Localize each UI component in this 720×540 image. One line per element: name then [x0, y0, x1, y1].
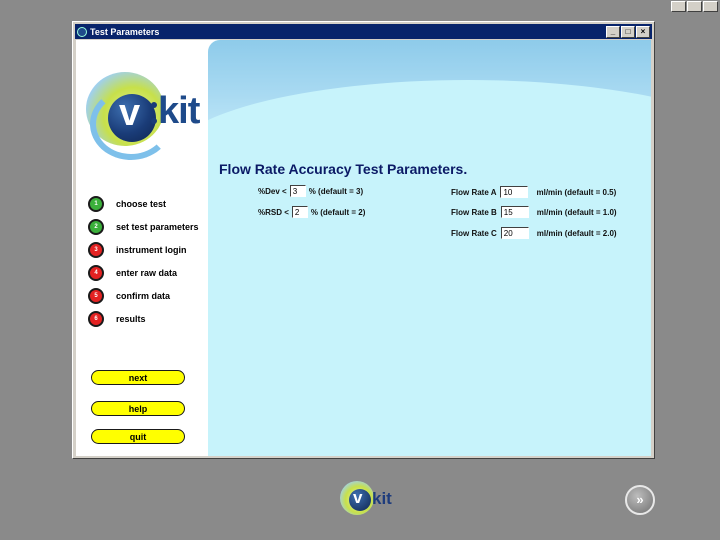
header-band [208, 40, 651, 132]
desktop-minimize-icon[interactable] [671, 1, 686, 12]
flow-rate-c-note: ml/min (default = 2.0) [536, 228, 617, 238]
flow-rate-a-input[interactable] [500, 186, 529, 198]
step-label: choose test [116, 198, 167, 209]
title-bar[interactable]: Test Parameters _ □ × [75, 24, 652, 39]
desktop-close-icon[interactable] [703, 1, 718, 12]
step-list: 1 choose test 2 set test parameters 3 instrum… [88, 192, 199, 330]
logo-v: v [119, 92, 141, 134]
step-item[interactable]: 4 enter raw data [88, 261, 199, 284]
flow-rate-b-row: Flow Rate B ml/min (default = 1.0) [451, 206, 617, 218]
help-button[interactable]: help [91, 401, 185, 416]
flow-rate-c-label: Flow Rate C [451, 228, 497, 238]
window-client: 1 choose test 2 set test parameters 3 instrum… [76, 40, 651, 456]
flow-rate-a-note: ml/min (default = 0.5) [536, 187, 617, 197]
step-label: instrument login [116, 244, 187, 255]
footer-logo-kit: kit [372, 489, 392, 508]
content-panel [208, 40, 651, 456]
desktop-window-controls [671, 1, 718, 12]
dev-row: %Dev < % (default = 3) [258, 185, 363, 197]
flow-rate-a-label: Flow Rate A [451, 187, 497, 197]
dev-input[interactable] [289, 185, 306, 197]
maximize-button[interactable]: □ [621, 25, 635, 38]
footer-vkit-logo: v kit [338, 479, 400, 519]
header-swoosh [208, 80, 651, 132]
step-number-icon: 6 [88, 310, 104, 327]
rsd-label: %RSD < [258, 207, 289, 217]
test-parameters-window: Test Parameters _ □ × 1 choose test 2 set t… [72, 21, 655, 459]
flow-rate-a-row: Flow Rate A ml/min (default = 0.5) [451, 186, 616, 198]
vkit-logo: v kit [86, 68, 226, 160]
rsd-note: % (default = 2) [310, 207, 366, 217]
rsd-row: %RSD < % (default = 2) [258, 206, 365, 218]
dev-note: % (default = 3) [308, 186, 364, 196]
flow-rate-c-input[interactable] [500, 227, 529, 239]
step-number-icon: 1 [88, 195, 104, 212]
step-item[interactable]: 5 confirm data [88, 284, 199, 307]
app-icon [77, 26, 87, 37]
rsd-input[interactable] [291, 206, 308, 218]
logo-kit: kit [158, 90, 200, 132]
step-item[interactable]: 3 instrument login [88, 238, 199, 261]
flow-rate-b-note: ml/min (default = 1.0) [536, 207, 617, 217]
desktop-restore-icon[interactable] [687, 1, 702, 12]
step-label: confirm data [116, 290, 171, 301]
next-button[interactable]: next [91, 370, 185, 385]
close-button[interactable]: × [636, 25, 650, 38]
flow-rate-b-label: Flow Rate B [451, 207, 497, 217]
step-label: set test parameters [116, 221, 199, 232]
footer-logo-v: v [353, 488, 363, 507]
step-item[interactable]: 2 set test parameters [88, 215, 199, 238]
logo-colon [151, 102, 157, 128]
quit-button[interactable]: quit [91, 429, 185, 444]
step-number-icon: 2 [88, 218, 104, 235]
step-number-icon: 4 [88, 264, 104, 281]
step-item[interactable]: 6 results [88, 307, 199, 330]
step-number-icon: 3 [88, 241, 104, 258]
step-label: enter raw data [116, 267, 178, 278]
minimize-button[interactable]: _ [606, 25, 620, 38]
flow-rate-b-input[interactable] [500, 206, 529, 218]
step-number-icon: 5 [88, 287, 104, 304]
dev-label: %Dev < [258, 186, 287, 196]
step-item[interactable]: 1 choose test [88, 192, 199, 215]
step-label: results [116, 313, 146, 324]
flow-rate-c-row: Flow Rate C ml/min (default = 2.0) [451, 227, 617, 239]
forward-arrow-icon[interactable]: » [625, 485, 655, 515]
page-title: Flow Rate Accuracy Test Parameters. [219, 161, 468, 177]
window-title: Test Parameters [90, 26, 160, 37]
